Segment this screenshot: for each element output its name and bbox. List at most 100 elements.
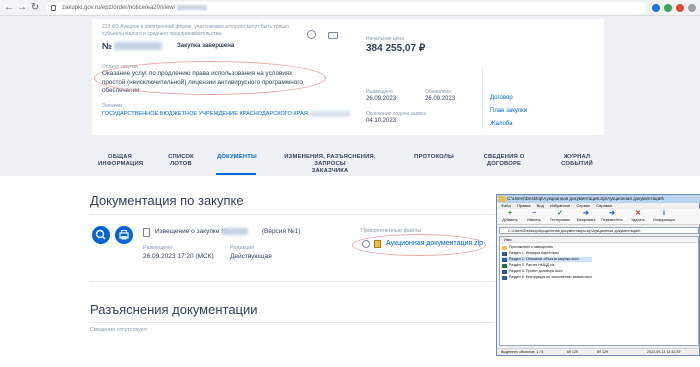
- tab-event-log[interactable]: ЖУРНАЛ СОБЫТИЙ: [555, 154, 599, 168]
- archiver-toolbar: + Добавить − Извлечь ✓ Тестировать ➔ Копиров…: [497, 209, 700, 225]
- tab-changes[interactable]: ИЗМЕНЕНИЯ, РАЗЪЯСНЕНИЯ, ЗАПРОСЫ ЗАКАЗЧИКА: [278, 154, 382, 175]
- back-icon[interactable]: ←: [3, 2, 15, 14]
- test-button[interactable]: ✓ Тестировать: [549, 210, 571, 222]
- divider: [90, 322, 495, 323]
- updated-date: 26.09.2023: [425, 96, 456, 102]
- list-item[interactable]: Раздел 5. Инструкция по заполнению заявк…: [502, 275, 592, 280]
- attachment-link[interactable]: Аукционная документация.zip: [386, 240, 483, 247]
- tab-general-info[interactable]: ОБЩАЯ ИНФОРМАЦИЯ: [98, 154, 143, 168]
- archiver-title-bar[interactable]: C:\Users\Desktop\Аукционная документация…: [497, 195, 700, 203]
- menu-view[interactable]: Вид: [537, 203, 544, 208]
- price-value: 384 255,07 ₽: [366, 43, 426, 54]
- active-tab-indicator: [216, 173, 256, 175]
- plus-icon: +: [507, 210, 513, 217]
- archiver-path-field[interactable]: C:\Users\Desktop\Аукционная документация…: [499, 227, 699, 234]
- price-label: Начальная цена: [366, 36, 404, 42]
- list-item[interactable]: Раздел 1. Информ Карта.docx: [502, 251, 559, 256]
- document-icon: [143, 228, 150, 237]
- updated-label: Обновлено: [425, 89, 452, 95]
- archiver-file-list: Имя Приложение к извещению Раздел 1. Инф…: [499, 236, 699, 346]
- excel-file-icon: [502, 263, 507, 268]
- print-icon: [119, 230, 129, 240]
- info-icon[interactable]: [307, 30, 316, 39]
- tab-contract-info[interactable]: СВЕДЕНИЯ О ДОГОВОРЕ: [480, 154, 528, 168]
- list-item[interactable]: Приложение к извещению: [502, 245, 553, 250]
- procurement-plan-link[interactable]: План закупки: [490, 108, 527, 114]
- edition-value: Действующая: [230, 253, 272, 260]
- info-button[interactable]: i Информация: [653, 210, 675, 222]
- status-selected: Выделено объектов: 1 / 6: [501, 350, 544, 354]
- search-icon: [95, 229, 106, 240]
- word-file-icon: [502, 269, 507, 274]
- archive-icon: [499, 196, 505, 202]
- menu-help[interactable]: Справка: [596, 203, 612, 208]
- notice-number-redacted: [222, 228, 248, 235]
- placed-label: Размещено: [366, 89, 393, 95]
- deadline-date: 04.10.2023: [366, 118, 397, 124]
- tab-documents[interactable]: ДОКУМЕНТЫ: [213, 154, 261, 161]
- menu-edit[interactable]: Правка: [517, 203, 531, 208]
- customer-link[interactable]: ГОСУДАРСТВЕННОЕ БЮДЖЕТНОЕ УЧРЕЖДЕНИЕ КРА…: [102, 111, 308, 117]
- archiver-window: C:\Users\Desktop\Аукционная документация…: [496, 194, 700, 356]
- add-button[interactable]: + Добавить: [499, 210, 521, 222]
- divider: [90, 281, 495, 282]
- browser-toolbar: ← → ↻ zakupki.gov.ru/epz/order/notice/ea…: [0, 0, 700, 16]
- reload-icon[interactable]: ↻: [29, 2, 41, 14]
- complaint-link[interactable]: Жалоба: [490, 121, 513, 127]
- annotation-oval: [94, 61, 326, 95]
- notice-number-prefix: №: [102, 41, 113, 51]
- forward-icon[interactable]: →: [16, 2, 28, 14]
- empty-state-text: Сведения отсутствуют: [90, 327, 148, 333]
- word-file-icon: [502, 251, 507, 256]
- address-bar[interactable]: zakupki.gov.ru/epz/order/notice/ea20/vie…: [46, 2, 646, 14]
- check-icon: ✓: [557, 210, 563, 217]
- extension-icon[interactable]: [652, 4, 660, 12]
- menu-tools[interactable]: Сервис: [576, 203, 590, 208]
- extract-button[interactable]: − Извлечь: [523, 210, 545, 222]
- url-redacted: [176, 4, 207, 10]
- move-button[interactable]: ➜ Переместить: [601, 210, 623, 222]
- archiver-status-bar: Выделено объектов: 1 / 6 69 129 69 129 2…: [497, 348, 699, 355]
- extension-icon[interactable]: [664, 4, 672, 12]
- move-arrow-icon: ➜: [609, 210, 615, 217]
- customer-redacted: [310, 111, 350, 117]
- print-icon[interactable]: [328, 32, 338, 39]
- divider: [90, 214, 495, 215]
- notice-card: 223-ФЗ Аукцион в электронной форме, учас…: [92, 19, 604, 135]
- contract-link[interactable]: Договор: [490, 95, 513, 101]
- delete-icon: ✕: [635, 210, 641, 217]
- search-button[interactable]: [92, 226, 110, 244]
- edition-label: Редакция: [230, 245, 255, 251]
- copy-arrow-icon: ➔: [583, 210, 589, 217]
- extension-icon[interactable]: [676, 4, 684, 12]
- status-badge: Закупка завершена: [177, 43, 235, 49]
- customer-label: Заказчик: [102, 103, 123, 109]
- delete-button[interactable]: ✕ Удалить: [627, 210, 649, 222]
- status-date: 2023-09-14 14:42:39: [647, 350, 681, 354]
- tab-lots[interactable]: СПИСОК ЛОТОВ: [163, 154, 199, 168]
- info-icon: i: [663, 210, 665, 217]
- preview-icon[interactable]: [362, 240, 370, 248]
- tab-protocols[interactable]: ПРОТОКОЛЫ: [414, 154, 454, 161]
- print-button[interactable]: [115, 226, 133, 244]
- section-title-clarifications: Разъяснения документации: [90, 302, 258, 317]
- menu-file[interactable]: Файл: [501, 203, 511, 208]
- minus-icon: −: [531, 210, 537, 217]
- notice-number-redacted: [114, 42, 162, 50]
- divider: [482, 67, 483, 129]
- list-item[interactable]: Раздел 3. Расчет НМЦД.xls: [502, 263, 554, 268]
- profile-avatar[interactable]: [688, 4, 696, 12]
- tab-bar: ОБЩАЯ ИНФОРМАЦИЯ СПИСОК ЛОТОВ ДОКУМЕНТЫ ИЗ…: [0, 148, 700, 176]
- status-size: 69 129: [567, 350, 578, 354]
- doc-placed-value: 26.09.2023 17:20 (МСК): [143, 253, 214, 260]
- list-item-selected[interactable]: Раздел 2. Описание объекта закупки.docx: [502, 257, 592, 262]
- doc-placed-label: Размещено: [143, 245, 173, 251]
- menu-favorites[interactable]: Избранное: [550, 203, 570, 208]
- deadline-label: Окончание подачи заявок: [366, 111, 426, 117]
- section-title-docs: Документация по закупке: [90, 193, 244, 208]
- copy-button[interactable]: ➔ Копировать: [575, 210, 597, 222]
- zip-file-icon: [374, 240, 381, 248]
- folder-icon: [502, 245, 507, 250]
- column-header-name[interactable]: Имя: [500, 237, 698, 243]
- list-item[interactable]: Раздел 4. Проект договора.docx: [502, 269, 563, 274]
